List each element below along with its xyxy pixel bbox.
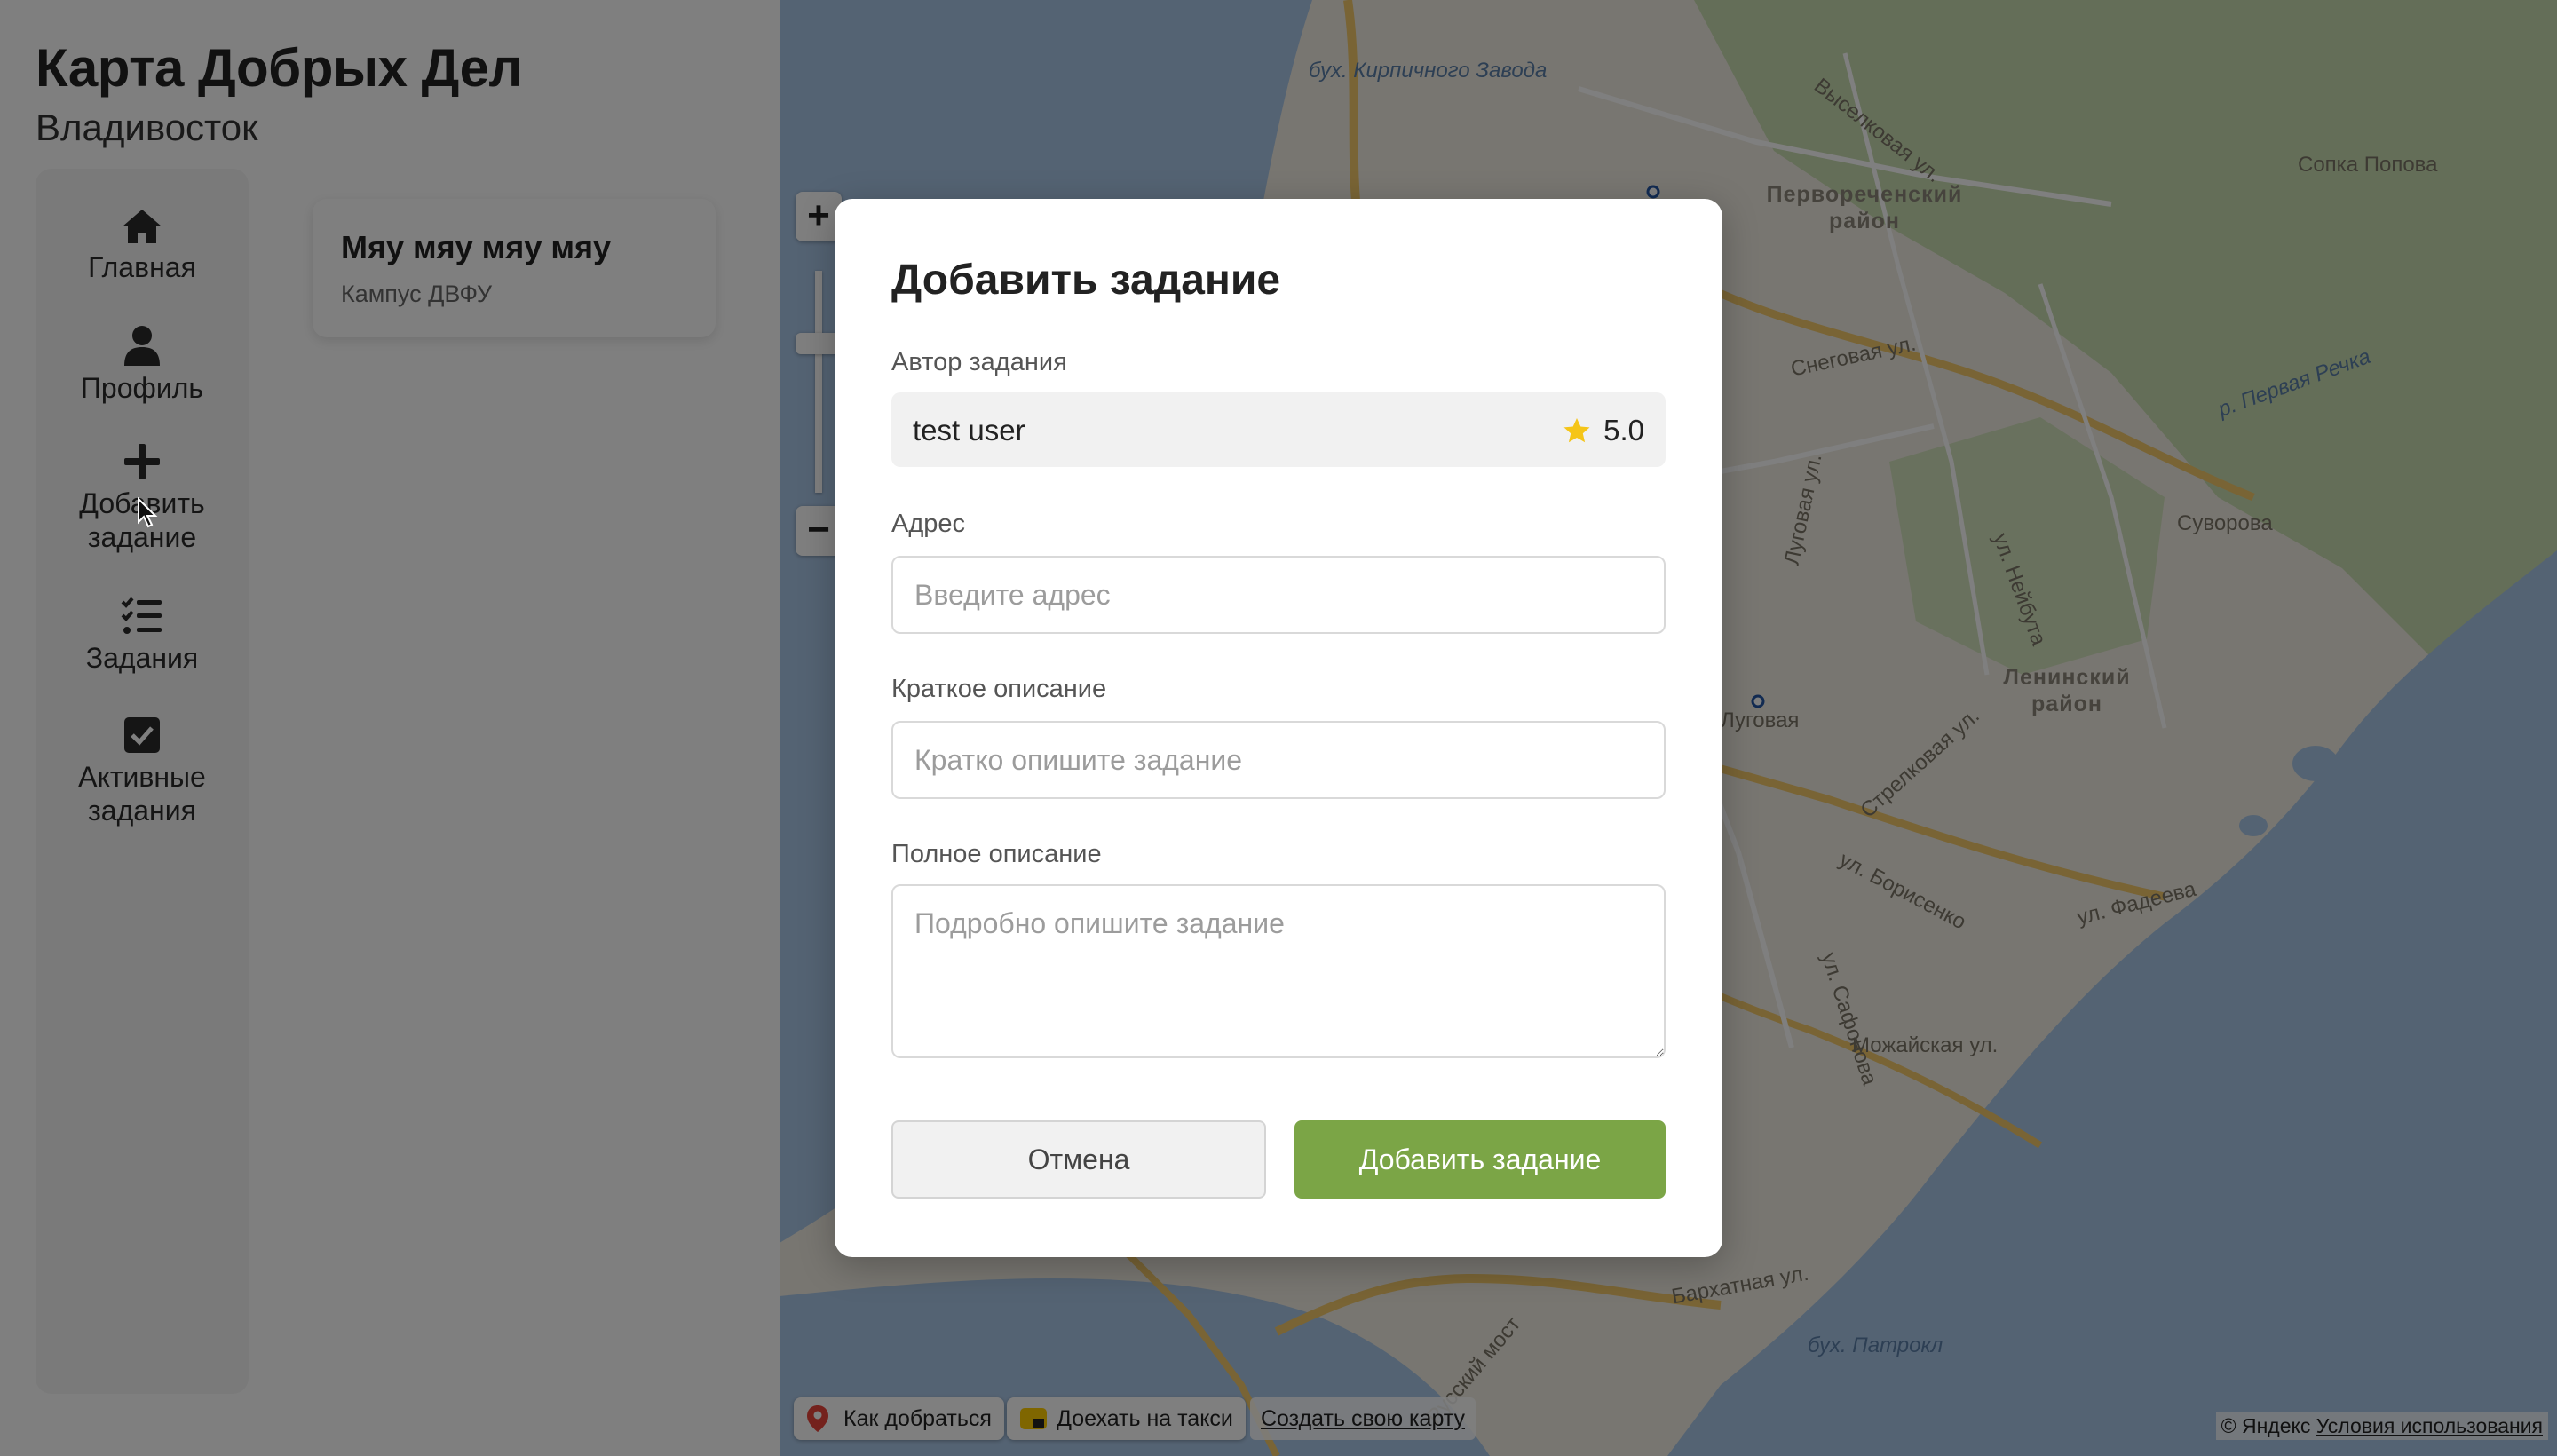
star-icon: [1563, 418, 1590, 443]
short-description-label: Краткое описание: [891, 675, 1107, 703]
author-name: test user: [913, 414, 1025, 447]
address-label: Адрес: [891, 510, 966, 538]
mouse-cursor-icon: [138, 497, 158, 528]
author-info: test user 5.0: [891, 392, 1666, 467]
author-label: Автор задания: [891, 348, 1067, 376]
full-description-textarea[interactable]: [891, 884, 1666, 1058]
rating-value: 5.0: [1603, 414, 1644, 447]
full-description-label: Полное описание: [891, 840, 1102, 868]
modal-title: Добавить задание: [891, 257, 1281, 304]
address-input[interactable]: [891, 556, 1666, 634]
submit-task-button[interactable]: Добавить задание: [1294, 1120, 1666, 1199]
add-task-modal: Добавить задание Автор задания test user…: [835, 199, 1722, 1257]
author-rating: 5.0: [1563, 414, 1644, 447]
cancel-button[interactable]: Отмена: [891, 1120, 1266, 1199]
short-description-input[interactable]: [891, 721, 1666, 799]
